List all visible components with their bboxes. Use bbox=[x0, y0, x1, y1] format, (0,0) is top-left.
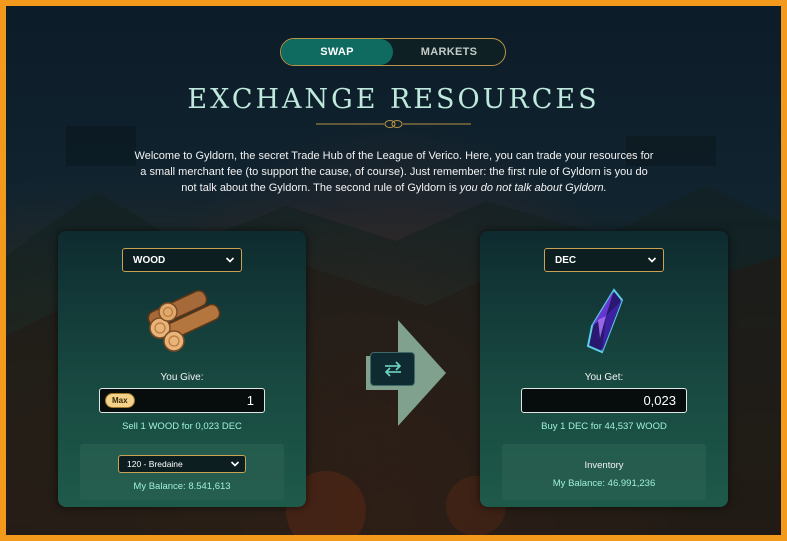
buy-rate-text: Buy 1 DEC for 44,537 WOOD bbox=[541, 421, 667, 432]
land-select-value: 120 - Bredaine bbox=[127, 459, 183, 469]
give-balance-text: My Balance: 8.541,613 bbox=[133, 481, 231, 492]
app-frame: SWAP MARKETS EXCHANGE RESOURCES Welcome … bbox=[6, 6, 781, 535]
get-resource-select[interactable]: DEC bbox=[544, 248, 664, 272]
get-amount-input[interactable]: 0,023 bbox=[521, 388, 687, 413]
inventory-label: Inventory bbox=[584, 460, 624, 471]
max-button[interactable]: Max bbox=[105, 393, 135, 408]
get-balance-text: My Balance: 46.991,236 bbox=[552, 478, 656, 489]
give-amount-value: 1 bbox=[246, 393, 254, 408]
swap-direction-button[interactable] bbox=[370, 352, 415, 386]
you-get-label: You Get: bbox=[584, 372, 624, 383]
get-amount-value: 0,023 bbox=[643, 393, 676, 408]
get-panel: DEC You Get: 0,023 Buy 1 DEC for 44,537 … bbox=[480, 231, 728, 507]
get-resource-value: DEC bbox=[555, 254, 577, 266]
land-select[interactable]: 120 - Bredaine bbox=[118, 455, 246, 473]
get-balance-box: Inventory My Balance: 46.991,236 bbox=[502, 444, 706, 500]
intro-text: Welcome to Gyldorn, the secret Trade Hub… bbox=[134, 148, 654, 196]
page-title: EXCHANGE RESOURCES bbox=[187, 84, 600, 115]
chevron-down-icon bbox=[230, 461, 240, 467]
dec-crystal-icon bbox=[586, 288, 624, 354]
sell-rate-text: Sell 1 WOOD for 0,023 DEC bbox=[122, 421, 242, 432]
tab-switcher: SWAP MARKETS bbox=[280, 38, 506, 66]
tab-swap[interactable]: SWAP bbox=[281, 39, 393, 65]
tab-markets[interactable]: MARKETS bbox=[393, 39, 505, 65]
intro-emphasis: you do not talk about Gyldorn. bbox=[459, 182, 607, 194]
give-balance-box: 120 - Bredaine My Balance: 8.541,613 bbox=[80, 444, 284, 500]
give-resource-value: WOOD bbox=[133, 254, 166, 266]
give-amount-input[interactable]: Max 1 bbox=[99, 388, 265, 413]
give-resource-select[interactable]: WOOD bbox=[122, 248, 242, 272]
you-give-label: You Give: bbox=[160, 372, 204, 383]
title-divider-ornament bbox=[316, 120, 471, 128]
give-panel: WOOD You Give: Max 1 Sell 1 WOOD for 0,0… bbox=[58, 231, 306, 507]
chevron-down-icon bbox=[647, 257, 657, 263]
wood-logs-icon bbox=[147, 289, 221, 352]
chevron-down-icon bbox=[225, 257, 235, 263]
swap-arrows-icon bbox=[384, 361, 401, 377]
